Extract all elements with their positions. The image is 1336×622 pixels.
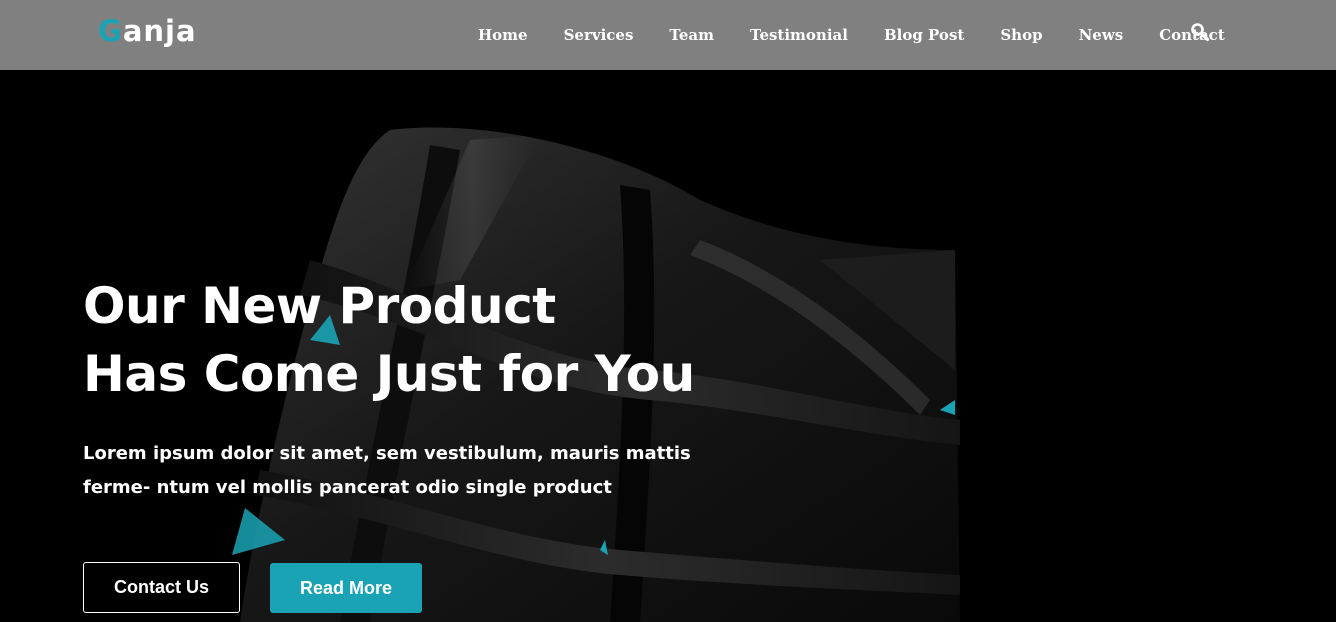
- logo-accent-letter: G: [98, 14, 123, 48]
- hero-description: Lorem ipsum dolor sit amet, sem vestibul…: [83, 443, 691, 498]
- nav-blog-post[interactable]: Blog Post: [884, 26, 964, 44]
- hero-title-line-1: Our New Product: [83, 277, 556, 335]
- main-nav: Home Services Team Testimonial Blog Post…: [460, 0, 1243, 70]
- read-more-button[interactable]: Read More: [270, 563, 422, 613]
- nav-home[interactable]: Home: [478, 26, 528, 44]
- contact-us-button[interactable]: Contact Us: [83, 562, 240, 613]
- nav-services[interactable]: Services: [564, 26, 634, 44]
- nav-shop[interactable]: Shop: [1000, 26, 1042, 44]
- page: Ganja Home Services Team Testimonial Blo…: [0, 0, 1336, 622]
- logo[interactable]: Ganja: [98, 14, 197, 48]
- search-icon[interactable]: [1190, 22, 1210, 42]
- nav-team[interactable]: Team: [669, 26, 714, 44]
- nav-testimonial[interactable]: Testimonial: [750, 26, 848, 44]
- site-header: Ganja Home Services Team Testimonial Blo…: [0, 0, 1336, 70]
- hero-heading: Our New Product Has Come Just for You: [83, 272, 695, 408]
- nav-news[interactable]: News: [1079, 26, 1124, 44]
- hero-title-line-2: Has Come Just for You: [83, 345, 695, 403]
- logo-text: anja: [122, 14, 197, 48]
- hero-title: Our New Product Has Come Just for You: [83, 272, 695, 408]
